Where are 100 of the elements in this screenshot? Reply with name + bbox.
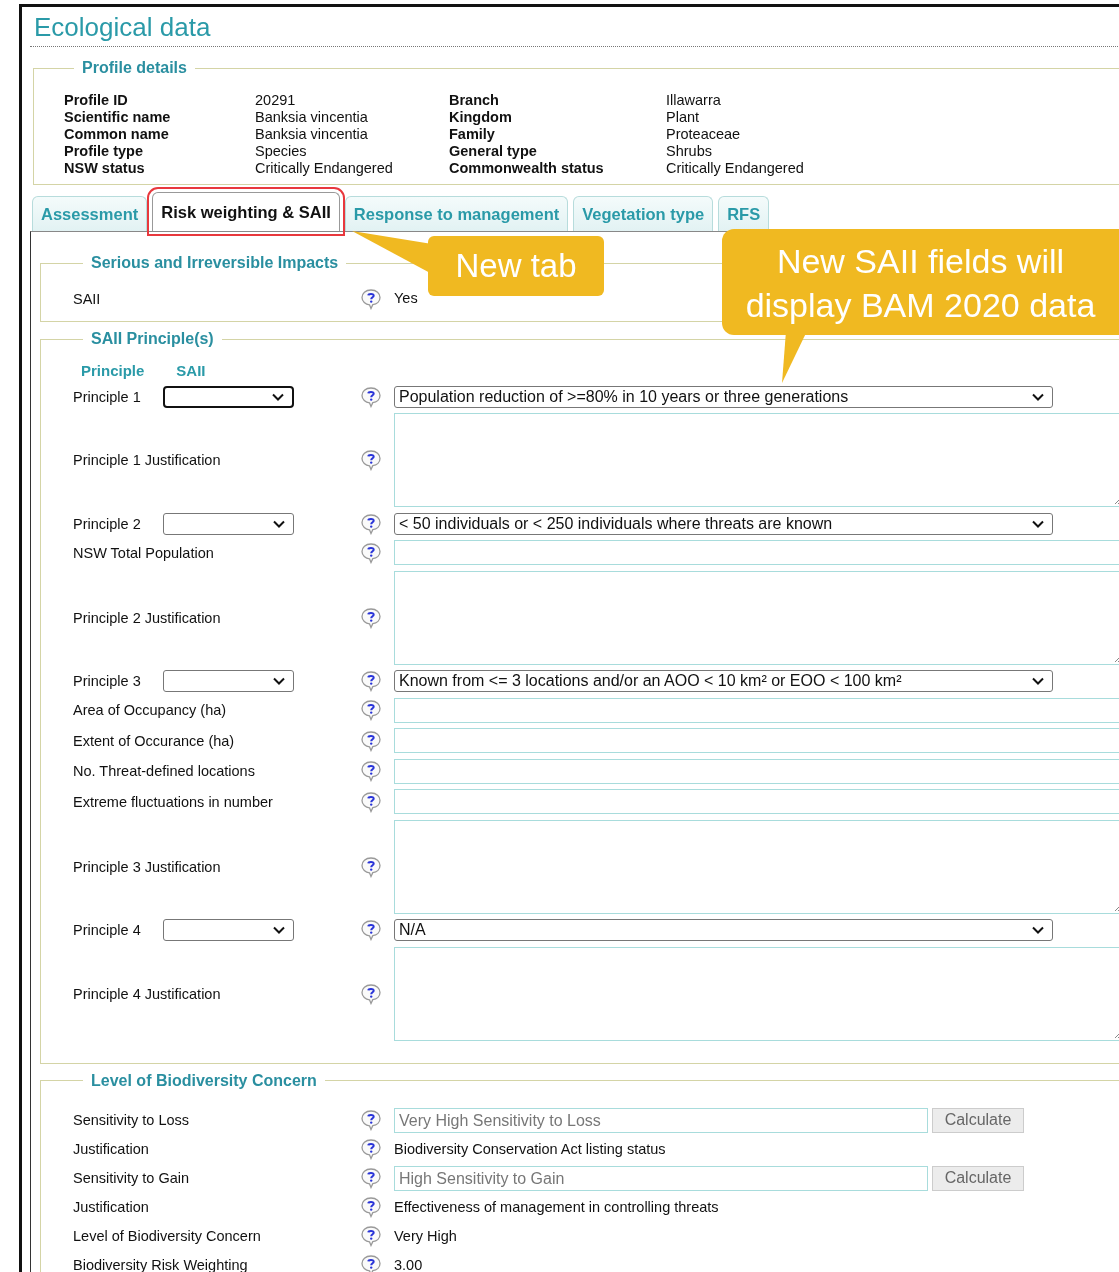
field-label: Principle 1 xyxy=(73,388,142,405)
field-label: Sensitivity to Gain xyxy=(73,1170,190,1186)
dropdown[interactable]: Known from <= 3 locations and/or an AOO < 10 km² or EOO < 100 km² xyxy=(394,670,1053,692)
field-value: Banksia vincentia xyxy=(255,126,369,143)
dropdown[interactable] xyxy=(163,385,294,408)
field-label: Profile type xyxy=(64,143,144,160)
field-label: Level of Biodiversity Concern xyxy=(73,1228,261,1244)
field-label: Principle 4 xyxy=(73,922,142,938)
field-label: Extreme fluctuations in number xyxy=(73,793,273,810)
field-label: Scientific name xyxy=(64,109,172,126)
section-legend: Serious and Irreversible Impacts xyxy=(83,254,347,272)
calculate-button[interactable]: Calculate xyxy=(932,1107,1024,1133)
column-header: SAII xyxy=(176,362,206,380)
field-label: General type xyxy=(449,143,538,160)
field-label: Profile ID xyxy=(64,92,129,109)
field-label: NSW status xyxy=(64,160,146,177)
help-icon xyxy=(360,1225,382,1247)
field-label: SAII xyxy=(73,290,101,307)
help-icon xyxy=(360,729,382,752)
dropdown[interactable]: < 50 individuals or < 250 individuals where threats are known xyxy=(394,512,1053,535)
help-icon xyxy=(360,287,382,310)
text-area[interactable] xyxy=(394,819,1119,914)
field-value: Yes xyxy=(394,289,418,308)
tab[interactable]: Response to management xyxy=(344,196,569,231)
chevron-icon xyxy=(273,677,285,685)
chevron-icon xyxy=(273,519,285,528)
help-icon xyxy=(360,1254,382,1272)
help-icon xyxy=(360,699,382,721)
input-field[interactable] xyxy=(394,540,1119,565)
field-label: Commonwealth status xyxy=(449,160,605,177)
chevron-icon xyxy=(273,926,285,934)
field-label: Extent of Occurance (ha) xyxy=(73,732,235,749)
text-area[interactable] xyxy=(394,570,1119,665)
help-icon xyxy=(360,855,382,878)
dropdown[interactable]: Population reduction of >=80% in 10 years or three generations xyxy=(394,385,1053,408)
field-label: Kingdom xyxy=(449,109,513,126)
input-field[interactable]: Very High Sensitivity to Loss xyxy=(394,1107,928,1133)
help-icon xyxy=(360,1138,382,1160)
field-label: Principle 2 xyxy=(73,515,142,532)
field-value: Banksia vincentia xyxy=(255,109,369,126)
field-value: Effectiveness of management in controlling threats xyxy=(394,1197,719,1217)
chevron-icon xyxy=(1032,926,1044,934)
help-icon xyxy=(360,1196,382,1218)
field-label: Area of Occupancy (ha) xyxy=(73,702,227,718)
field-value: Critically Endangered xyxy=(255,160,394,177)
field-label: Justification xyxy=(73,1141,149,1157)
help-icon xyxy=(360,449,382,471)
help-icon xyxy=(360,1109,382,1131)
field-label: Sensitivity to Loss xyxy=(73,1112,190,1128)
field-value: Biodiversity Conservation Act listing status xyxy=(394,1139,666,1159)
section-legend: SAII Principle(s) xyxy=(83,330,222,348)
field-value: Illawarra xyxy=(666,92,722,109)
text-area[interactable] xyxy=(394,413,1119,507)
chevron-icon xyxy=(1032,392,1044,401)
field-label: Principle 3 Justification xyxy=(73,858,221,875)
input-field[interactable] xyxy=(394,758,1119,784)
tab[interactable]: Assessment xyxy=(32,196,148,231)
input-field[interactable]: High Sensitivity to Gain xyxy=(394,1165,928,1191)
field-value: Very High xyxy=(394,1226,457,1246)
field-label: Common name xyxy=(64,126,170,143)
field-label: Principle 3 xyxy=(73,673,142,689)
text-area[interactable] xyxy=(394,946,1119,1041)
field-label: Principle 4 Justification xyxy=(73,985,221,1002)
column-header: Principle xyxy=(81,362,145,380)
help-icon xyxy=(360,1167,382,1189)
field-label: No. Threat-defined locations xyxy=(73,763,255,779)
field-value: 3.00 xyxy=(394,1255,423,1272)
tab[interactable]: RFS xyxy=(718,196,770,231)
section-legend: Level of Biodiversity Concern xyxy=(83,1071,325,1090)
field-value: Critically Endangered xyxy=(666,160,805,177)
help-icon xyxy=(360,670,382,692)
input-field[interactable] xyxy=(394,728,1119,753)
help-icon xyxy=(360,982,382,1005)
tab[interactable]: Vegetation type xyxy=(573,196,714,231)
help-icon xyxy=(360,606,382,629)
help-icon xyxy=(360,919,382,941)
calculate-button[interactable]: Calculate xyxy=(932,1165,1024,1191)
field-value: 20291 xyxy=(255,92,297,109)
help-icon xyxy=(360,760,382,782)
field-label: Branch xyxy=(449,92,500,109)
help-icon xyxy=(360,541,382,564)
field-value: Proteaceae xyxy=(666,126,742,143)
field-label: Principle 1 Justification xyxy=(73,452,221,468)
page-title: Ecological data xyxy=(30,7,1119,47)
help-icon xyxy=(360,512,382,535)
chevron-icon xyxy=(272,392,284,401)
field-value: Shrubs xyxy=(666,143,713,160)
field-label: Family xyxy=(449,126,496,143)
field-value: Plant xyxy=(666,109,701,126)
chevron-icon xyxy=(1032,677,1044,685)
field-label: NSW Total Population xyxy=(73,544,214,561)
help-icon xyxy=(360,790,382,813)
section-legend: Profile details xyxy=(74,59,195,77)
help-icon xyxy=(360,385,382,408)
field-value: Species xyxy=(255,143,308,160)
dropdown[interactable]: N/A xyxy=(394,919,1053,941)
field-label: Principle 2 Justification xyxy=(73,609,221,626)
input-field[interactable] xyxy=(394,697,1119,723)
field-label: Justification xyxy=(73,1199,149,1215)
input-field[interactable] xyxy=(394,789,1119,814)
